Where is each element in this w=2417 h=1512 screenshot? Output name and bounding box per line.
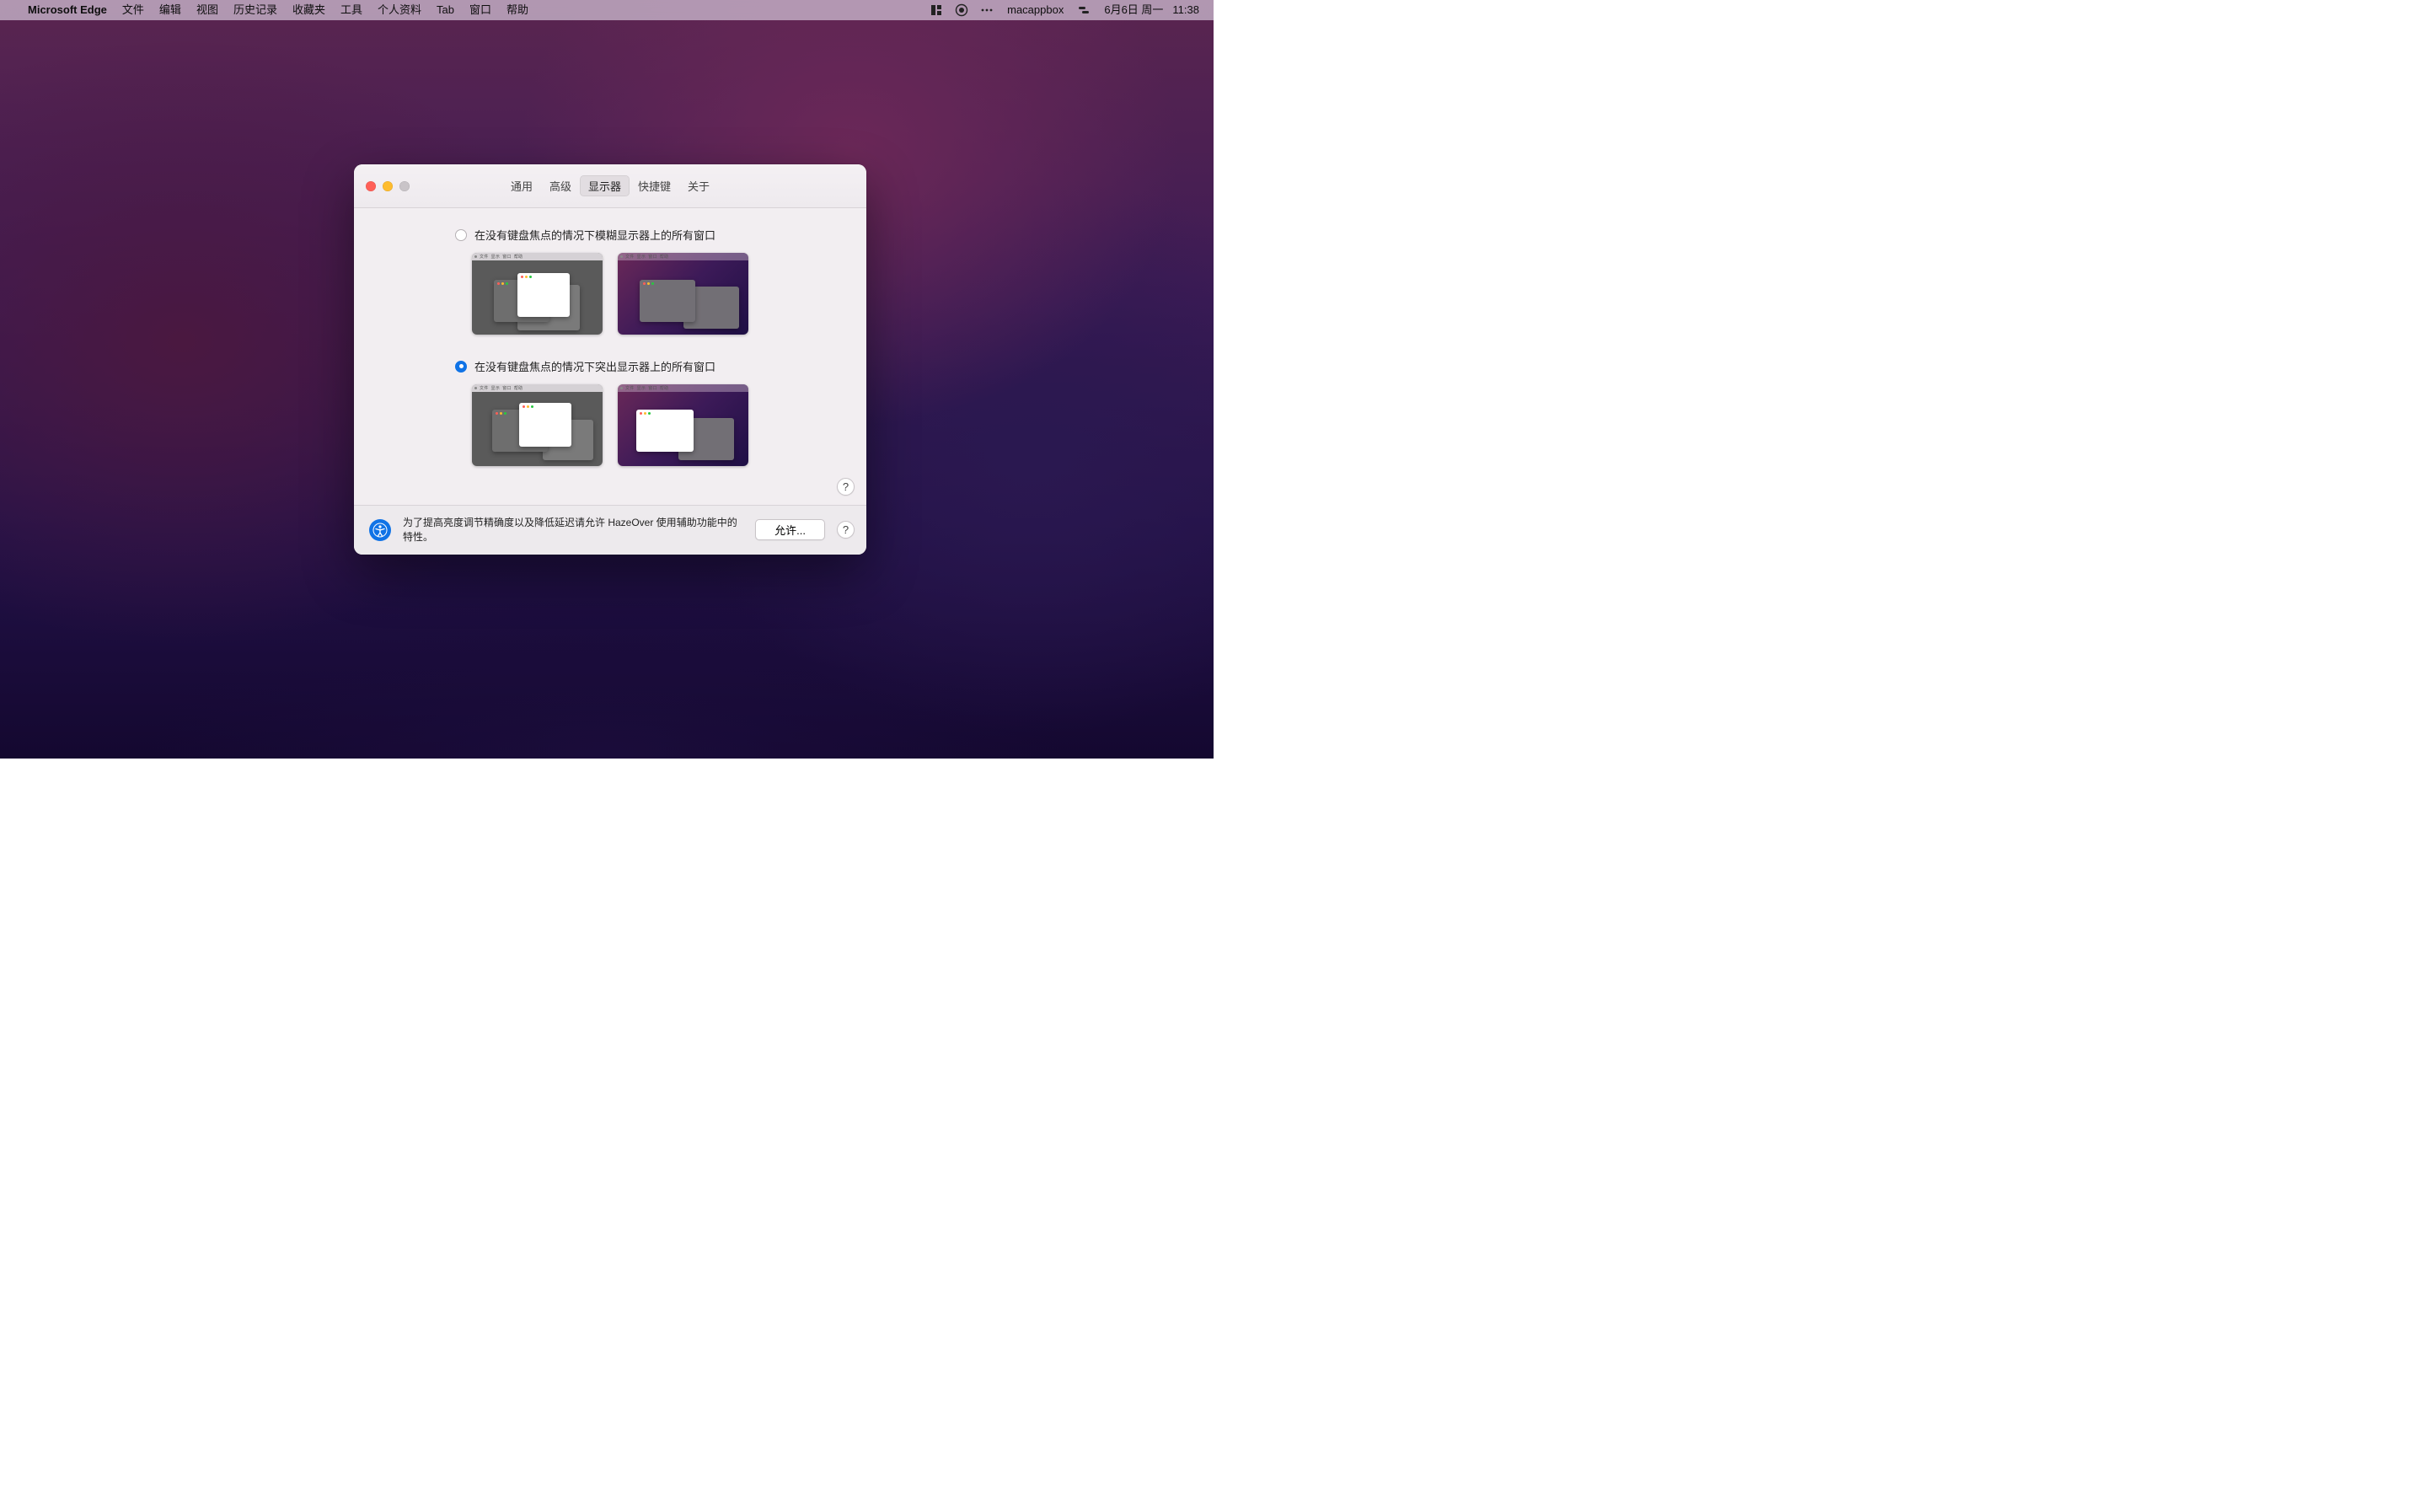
menu-favorites[interactable]: 收藏夹: [285, 0, 333, 20]
menu-edit[interactable]: 编辑: [152, 0, 189, 20]
menu-bar: Microsoft Edge 文件 编辑 视图 历史记录 收藏夹 工具 个人资料…: [0, 0, 1214, 20]
content-area: 在没有键盘焦点的情况下模糊显示器上的所有窗口 文件 显示 窗口 帮助 文件: [354, 208, 866, 505]
footer: 为了提高亮度调节精确度以及降低延迟请允许 HazeOver 使用辅助功能中的特性…: [354, 505, 866, 555]
tab-advanced[interactable]: 高级: [541, 175, 580, 196]
zoom-button[interactable]: [399, 181, 410, 191]
menu-profiles[interactable]: 个人资料: [370, 0, 429, 20]
help-button[interactable]: ?: [837, 478, 855, 496]
menu-tools[interactable]: 工具: [333, 0, 370, 20]
preview-highlight-color[interactable]: 文件 显示 窗口 帮助: [618, 384, 748, 466]
app-menu[interactable]: Microsoft Edge: [20, 0, 115, 20]
footer-text: 为了提高亮度调节精确度以及降低延迟请允许 HazeOver 使用辅助功能中的特性…: [403, 516, 743, 544]
radio-blur[interactable]: [455, 229, 467, 241]
menu-history[interactable]: 历史记录: [226, 0, 285, 20]
preview-highlight-dark[interactable]: 文件 显示 窗口 帮助: [472, 384, 603, 466]
preview-blur-dark[interactable]: 文件 显示 窗口 帮助: [472, 253, 603, 335]
minimize-button[interactable]: [383, 181, 393, 191]
control-center-icon[interactable]: [1071, 3, 1096, 17]
status-app-icon[interactable]: [924, 3, 949, 17]
menu-window[interactable]: 窗口: [462, 0, 499, 20]
tab-shortcuts[interactable]: 快捷键: [630, 175, 679, 196]
status-time[interactable]: 11:38: [1171, 0, 1207, 20]
tab-segmented-control: 通用 高级 显示器 快捷键 关于: [502, 175, 718, 196]
menu-help[interactable]: 帮助: [499, 0, 536, 20]
traffic-lights: [366, 181, 410, 191]
previews-highlight: 文件 显示 窗口 帮助 文件 显示 窗口 帮助: [472, 384, 829, 466]
previews-blur: 文件 显示 窗口 帮助 文件 显示 窗口 帮助: [472, 253, 829, 335]
menu-file[interactable]: 文件: [115, 0, 152, 20]
titlebar[interactable]: 通用 高级 显示器 快捷键 关于: [354, 164, 866, 208]
close-button[interactable]: [366, 181, 376, 191]
status-more-icon[interactable]: [974, 3, 999, 17]
tab-general[interactable]: 通用: [502, 175, 541, 196]
radio-highlight[interactable]: [455, 361, 467, 373]
option-highlight-label: 在没有键盘焦点的情况下突出显示器上的所有窗口: [474, 358, 715, 374]
option-blur-label: 在没有键盘焦点的情况下模糊显示器上的所有窗口: [474, 227, 715, 243]
option-highlight-row[interactable]: 在没有键盘焦点的情况下突出显示器上的所有窗口: [455, 358, 829, 374]
status-user[interactable]: macappbox: [999, 0, 1071, 20]
allow-button[interactable]: 允许...: [755, 519, 825, 540]
status-hazeover-icon[interactable]: [949, 3, 974, 17]
status-date[interactable]: 6月6日 周一: [1096, 0, 1171, 20]
tab-about[interactable]: 关于: [679, 175, 718, 196]
menu-view[interactable]: 视图: [189, 0, 226, 20]
footer-help-button[interactable]: ?: [837, 521, 855, 539]
option-blur-row[interactable]: 在没有键盘焦点的情况下模糊显示器上的所有窗口: [455, 227, 829, 243]
tab-display[interactable]: 显示器: [580, 175, 630, 196]
preview-blur-color[interactable]: 文件 显示 窗口 帮助: [618, 253, 748, 335]
accessibility-icon: [369, 519, 391, 541]
menu-tab[interactable]: Tab: [429, 0, 462, 20]
preferences-window: 通用 高级 显示器 快捷键 关于 在没有键盘焦点的情况下模糊显示器上的所有窗口 …: [354, 164, 866, 555]
